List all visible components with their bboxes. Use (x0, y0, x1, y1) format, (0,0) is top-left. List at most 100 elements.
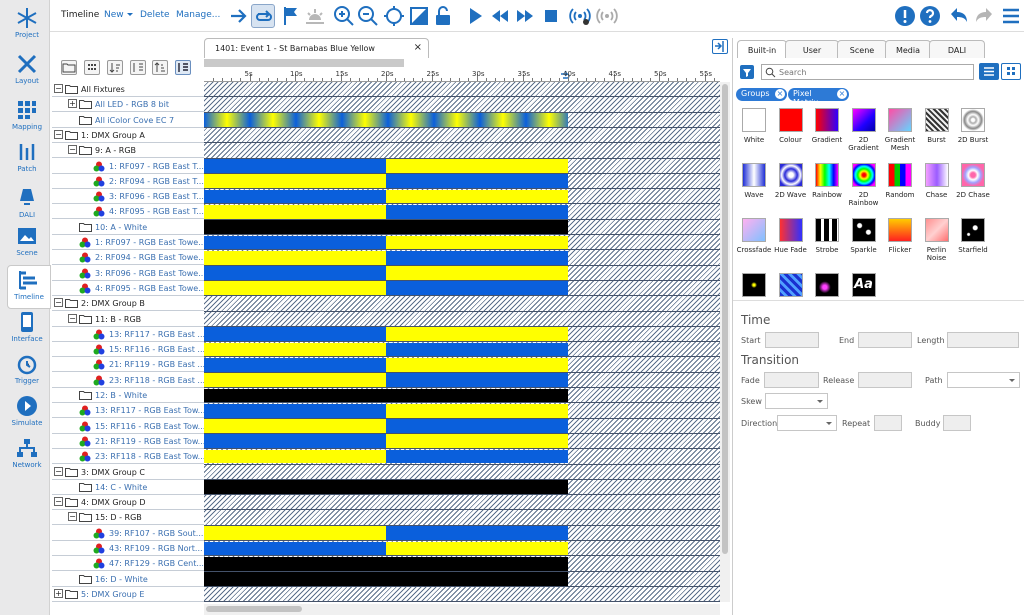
clip-blue[interactable] (386, 342, 568, 357)
sidebar-item-timeline[interactable]: Timeline (7, 265, 51, 309)
folder-icon[interactable] (61, 60, 77, 75)
expand-icon[interactable]: + (54, 588, 63, 598)
collapse-icon[interactable]: − (68, 512, 77, 522)
effect-tile[interactable]: 2D Chase (955, 163, 991, 199)
tree-row[interactable]: 4: RF095 - RGB East T... (52, 204, 204, 220)
timeline-grid[interactable] (204, 82, 720, 602)
effect-tile[interactable] (773, 273, 809, 301)
effect-tile[interactable]: Burst (919, 108, 955, 144)
horizontal-scroll-thumb[interactable] (206, 606, 302, 612)
tree-row[interactable]: 16: D - White (52, 572, 204, 587)
clip-blue[interactable] (204, 189, 386, 204)
clip-blue[interactable] (386, 419, 568, 433)
clip-yellow[interactable] (204, 204, 386, 219)
clip-blue[interactable] (386, 281, 568, 296)
alert-icon[interactable] (893, 4, 917, 28)
tree-row[interactable]: − 2: DMX Group B (52, 296, 204, 312)
expand-icon[interactable]: + (68, 99, 77, 109)
tree-row[interactable]: 21: RF119 - RGB East Tow... (52, 434, 204, 449)
effect-tile[interactable]: 2D Gradient (846, 108, 882, 152)
tree-row[interactable]: 23: RF118 - RGB East Tow... (52, 449, 204, 465)
clip-blue[interactable] (204, 327, 386, 342)
clip-blue[interactable] (204, 541, 386, 556)
clip-blue[interactable] (386, 204, 568, 219)
effect-tile[interactable]: Strobe (809, 218, 845, 254)
effect-tile[interactable]: Hue Fade (773, 218, 809, 254)
sidebar-item-scene[interactable]: Scene (8, 222, 46, 266)
buddy-stepper[interactable] (943, 415, 971, 431)
tree-row[interactable]: 12: B - White (52, 388, 204, 403)
effect-tile[interactable]: Gradient Mesh (882, 108, 918, 152)
vertical-scroll-thumb[interactable] (722, 84, 728, 554)
clip-blue[interactable] (204, 235, 386, 250)
sidebar-item-mapping[interactable]: Mapping (8, 96, 46, 140)
collapse-icon[interactable]: − (68, 313, 77, 323)
collapse-icon[interactable]: − (54, 466, 63, 476)
sidebar-item-network[interactable]: Network (8, 434, 46, 478)
effect-tile[interactable]: Rainbow (809, 163, 845, 199)
clip-yellow[interactable] (386, 266, 568, 280)
tree-row[interactable]: 1: RF097 - RGB East Towe... (52, 235, 204, 250)
goto-arrow-icon[interactable] (227, 4, 251, 28)
clip-gradient[interactable] (204, 113, 568, 127)
clip-yellow[interactable] (386, 541, 568, 556)
tree-row[interactable]: 3: RF096 - RGB East T... (52, 189, 204, 205)
collapse-icon[interactable]: − (68, 145, 77, 155)
unlock-icon[interactable] (431, 4, 455, 28)
sidebar-item-project[interactable]: Project (8, 4, 46, 48)
tree-row[interactable]: 23: RF118 - RGB East ... (52, 373, 204, 388)
filter-chip[interactable]: Groups × (736, 88, 787, 101)
zoom-in-icon[interactable] (332, 4, 356, 28)
clip-yellow[interactable] (386, 403, 568, 418)
tree-row[interactable]: 14: C - White (52, 480, 204, 495)
sidebar-item-layout[interactable]: Layout (8, 50, 46, 94)
undo-icon[interactable] (947, 4, 971, 28)
tab-dali[interactable]: DALI (929, 40, 985, 58)
clip-yellow[interactable] (386, 327, 568, 342)
effect-tile[interactable]: Sparkle (846, 218, 882, 254)
effect-tile[interactable]: 2D Burst (955, 108, 991, 144)
skew-dropdown[interactable] (765, 393, 828, 409)
effect-tile[interactable] (736, 273, 772, 301)
zoom-out-icon[interactable] (356, 4, 380, 28)
clip-yellow[interactable] (204, 342, 386, 357)
clip-blue[interactable] (386, 526, 568, 540)
new-dropdown-caret-icon[interactable] (127, 13, 133, 19)
stop-icon[interactable] (539, 4, 563, 28)
collapse-icon[interactable]: − (54, 497, 63, 507)
tree-row[interactable]: 47: RF129 - RGB Cent... (52, 556, 204, 572)
sidebar-item-trigger[interactable]: Trigger (8, 350, 46, 394)
new-menu-button[interactable]: New (104, 10, 124, 20)
effect-tile[interactable]: Aa (846, 273, 882, 301)
tree-row[interactable]: 13: RF117 - RGB East ... (52, 327, 204, 342)
grid-view-icon[interactable] (1001, 63, 1021, 80)
tree-row[interactable]: 39: RF107 - RGB Sout... (52, 526, 204, 541)
tree-row[interactable]: − All Fixtures (52, 82, 204, 97)
play-icon[interactable] (463, 4, 487, 28)
clip-yellow[interactable] (386, 235, 568, 250)
event-tab[interactable]: 1401: Event 1 - St Barnabas Blue Yellow … (204, 38, 429, 58)
tree-row[interactable]: − 11: B - RGB (52, 312, 204, 327)
clip-blue[interactable] (386, 250, 568, 265)
filter-chip[interactable]: Pixel Matrix × (788, 88, 849, 107)
menu-icon[interactable] (999, 4, 1023, 28)
list-view-icon[interactable] (979, 63, 999, 80)
rewind-icon[interactable] (488, 4, 512, 28)
tree-row[interactable]: 10: A - White (52, 220, 204, 235)
tab-built-in[interactable]: Built-in (737, 40, 787, 58)
effect-tile[interactable]: White (736, 108, 772, 144)
tree-row[interactable]: − 3: DMX Group C (52, 465, 204, 480)
tree-row[interactable]: 13: RF117 - RGB East Tow... (52, 403, 204, 419)
effect-tile[interactable]: Wave (736, 163, 772, 199)
path-dropdown[interactable] (947, 372, 1020, 388)
chip-close-icon[interactable]: × (775, 89, 785, 99)
clip-yellow[interactable] (204, 419, 386, 433)
clip-yellow[interactable] (386, 189, 568, 204)
effect-tile[interactable]: Flicker (882, 218, 918, 254)
tree-row[interactable]: + All LED - RGB 8 bit (52, 97, 204, 113)
tree-row[interactable]: − 15: D - RGB (52, 510, 204, 526)
effect-tile[interactable]: 2D Rainbow (846, 163, 882, 207)
panel-toggle-icon[interactable] (712, 39, 728, 54)
tree-row[interactable]: 15: RF116 - RGB East Tow... (52, 419, 204, 434)
horizontal-scrollbar[interactable] (204, 604, 720, 615)
